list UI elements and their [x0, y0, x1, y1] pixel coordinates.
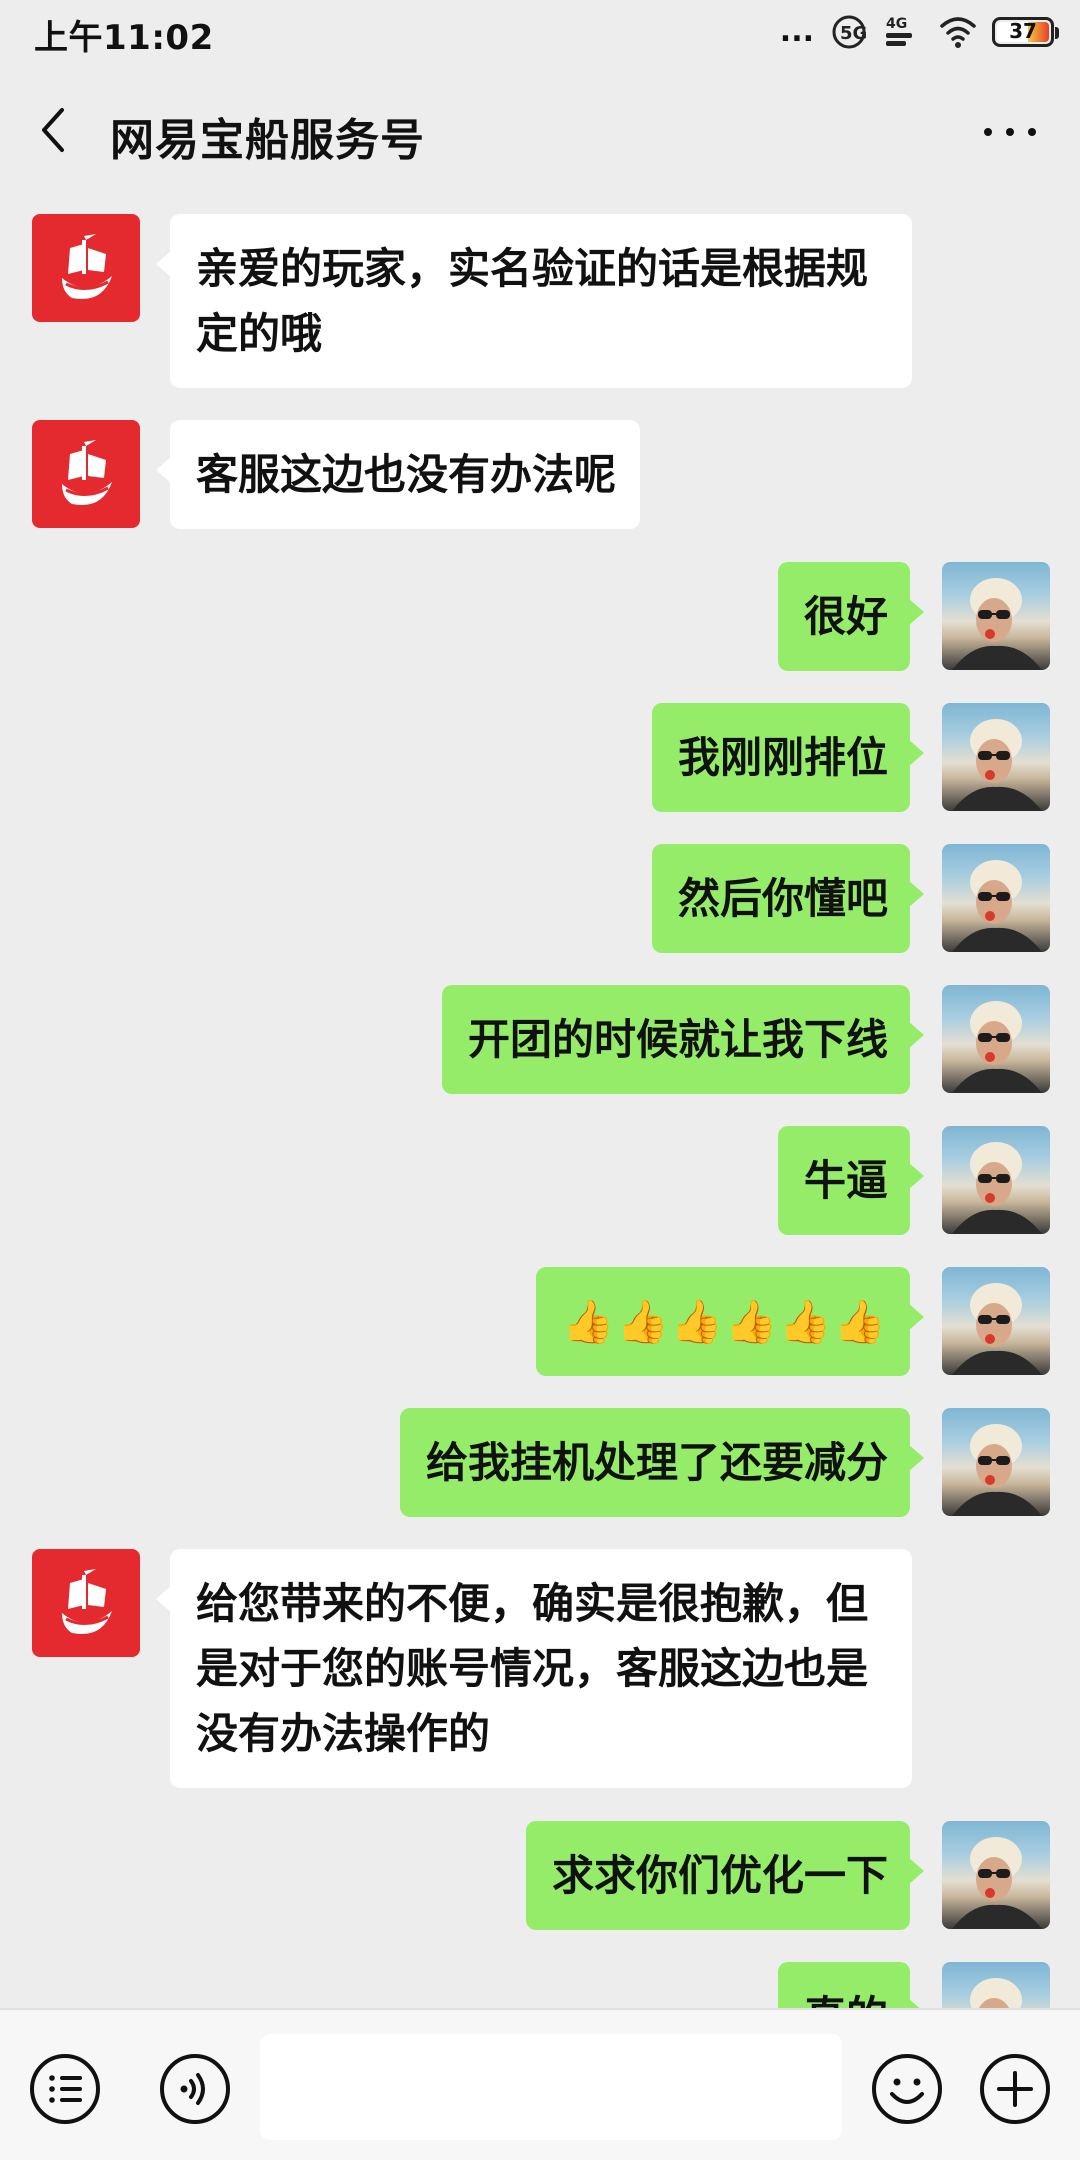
message-bubble[interactable]: 👍👍👍👍👍👍: [536, 1267, 924, 1376]
voice-button[interactable]: [158, 2052, 232, 2126]
chat-title: 网易宝船服务号: [110, 115, 425, 166]
user-photo-icon: [952, 860, 1042, 952]
user-photo-icon: [952, 1001, 1042, 1093]
message-bubble[interactable]: 真的: [777, 1962, 925, 2008]
back-button[interactable]: [36, 106, 76, 154]
message-bubble[interactable]: 客服这边也没有办法呢: [155, 420, 641, 529]
message-input[interactable]: [260, 2034, 842, 2140]
add-button[interactable]: [978, 2052, 1052, 2126]
message-bubble[interactable]: 然后你懂吧: [651, 844, 925, 953]
user-avatar[interactable]: [942, 562, 1050, 670]
chevron-left-icon: [42, 108, 64, 152]
user-avatar[interactable]: [942, 1267, 1050, 1375]
input-bar: [0, 2008, 1080, 2160]
user-photo-icon: [952, 1424, 1042, 1516]
network-badge: 4G: [886, 16, 907, 32]
ship-logo-icon: [62, 440, 112, 506]
user-photo-icon: [952, 1142, 1042, 1234]
user-avatar[interactable]: [942, 1962, 1050, 2008]
chat-header: 网易宝船服务号: [0, 66, 1080, 194]
emoji-button[interactable]: [870, 2052, 944, 2126]
message-bubble[interactable]: 牛逼: [777, 1126, 925, 1235]
user-photo-icon: [952, 1283, 1042, 1375]
message-bubble[interactable]: 给您带来的不便，确实是很抱歉，但是对于您的账号情况，客服这边也是没有办法操作的: [156, 1549, 912, 1788]
user-avatar[interactable]: [942, 1408, 1050, 1516]
plus-icon: [980, 2054, 1050, 2124]
dots-icon: ...: [779, 14, 814, 49]
message-bubble[interactable]: 亲爱的玩家，实名验证的话是根据规定的哦: [156, 214, 912, 388]
message-bubble[interactable]: 给我挂机处理了还要减分: [399, 1408, 925, 1517]
voice-icon: [160, 2054, 230, 2124]
user-photo-icon: [952, 719, 1042, 811]
message-bubble[interactable]: 我刚刚排位: [651, 703, 925, 812]
service-avatar[interactable]: [32, 420, 140, 528]
user-avatar[interactable]: [942, 1126, 1050, 1234]
sim-badge: 5G: [840, 23, 867, 44]
battery-level: 37: [1009, 19, 1037, 43]
wifi-icon: [938, 14, 976, 50]
status-time: 上午11:02: [34, 18, 214, 58]
more-horizontal-icon: [984, 128, 1036, 136]
service-avatar[interactable]: [32, 214, 140, 322]
message-bubble[interactable]: 开团的时候就让我下线: [441, 985, 925, 1094]
menu-button[interactable]: [28, 2052, 102, 2126]
message-list[interactable]: 亲爱的玩家，实名验证的话是根据规定的哦 客服这边也没有办法呢 很好 我刚刚排位 …: [0, 194, 1080, 2008]
signal-icon: 4G: [884, 14, 922, 50]
ship-logo-icon: [62, 1569, 112, 1635]
battery-icon: 37: [992, 17, 1059, 47]
user-avatar[interactable]: [942, 985, 1050, 1093]
user-avatar[interactable]: [942, 703, 1050, 811]
message-bubble[interactable]: 求求你们优化一下: [525, 1821, 925, 1930]
user-photo-icon: [952, 1837, 1042, 1929]
user-avatar[interactable]: [942, 1821, 1050, 1929]
sim-icon: 5G: [830, 14, 868, 50]
emoji-icon: [872, 2054, 942, 2124]
more-button[interactable]: [980, 122, 1040, 142]
user-photo-icon: [952, 578, 1042, 670]
list-menu-icon: [30, 2054, 100, 2124]
user-avatar[interactable]: [942, 844, 1050, 952]
message-bubble[interactable]: 很好: [777, 562, 925, 671]
status-icons: ... 5G 4G 37: [779, 14, 1059, 50]
ship-logo-icon: [62, 234, 112, 300]
user-photo-icon: [970, 1978, 1022, 2008]
service-avatar[interactable]: [32, 1549, 140, 1657]
status-bar: 上午11:02 ... 5G 4G 37: [0, 0, 1080, 66]
